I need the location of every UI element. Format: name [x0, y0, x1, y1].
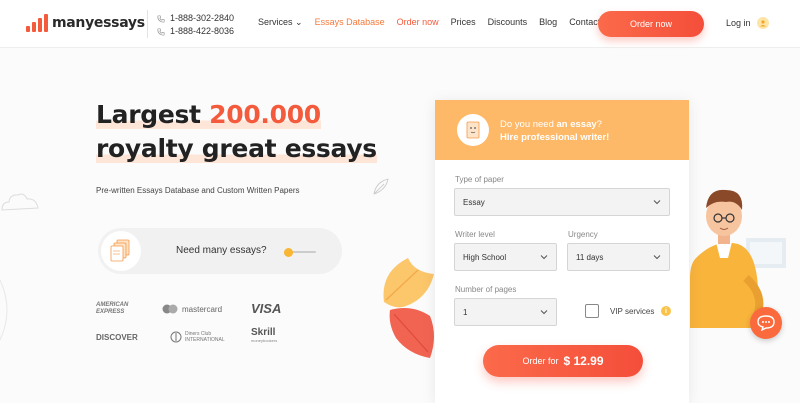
vip-services-label: VIP services: [610, 307, 655, 316]
circle-decoration: [0, 280, 8, 340]
nav-essays-database[interactable]: Essays Database: [315, 17, 385, 28]
order-form-headline: Hire professional writer!: [500, 132, 610, 143]
nav-services[interactable]: Services ⌄: [258, 17, 303, 28]
leaf-outline-decoration: [373, 178, 389, 195]
chevron-down-icon: [540, 255, 548, 260]
phone-item[interactable]: 1-888-302-2840: [157, 12, 234, 25]
logo[interactable]: manyessays: [26, 14, 145, 32]
cloud-decoration: [1, 193, 39, 211]
login-label: Log in: [726, 18, 751, 28]
order-for-button[interactable]: Order for $ 12.99: [483, 345, 643, 377]
order-for-label: Order for: [522, 356, 559, 366]
chat-bubble-icon: [757, 315, 775, 331]
main-nav: Services ⌄ Essays Database Order now Pri…: [258, 17, 614, 28]
order-now-button[interactable]: Order now: [598, 11, 704, 37]
nav-order-now[interactable]: Order now: [397, 17, 439, 28]
phone-number: 1-888-422-8036: [170, 26, 235, 36]
user-icon: [756, 17, 769, 29]
type-of-paper-select[interactable]: Essay: [454, 188, 670, 216]
mastercard-logo: mastercard: [162, 304, 222, 314]
phone-number: 1-888-302-2840: [170, 13, 235, 23]
hero-title-line2: royalty great essays: [96, 134, 377, 163]
urgency-label: Urgency: [568, 230, 598, 239]
urgency-value: 11 days: [576, 252, 604, 262]
toggle-switch[interactable]: [284, 248, 316, 257]
nav-discounts[interactable]: Discounts: [488, 17, 528, 28]
hero-title-number: 200.000: [209, 100, 321, 129]
chevron-down-icon: [540, 310, 548, 315]
phone-list: 1-888-302-2840 1-888-422-8036: [157, 12, 234, 38]
number-of-pages-select[interactable]: 1: [454, 298, 557, 326]
info-icon[interactable]: i: [661, 306, 671, 316]
logo-bars-icon: [26, 14, 48, 32]
chat-button[interactable]: [750, 307, 782, 339]
toggle-track: [290, 251, 316, 253]
hero-title-part1: Largest: [96, 100, 210, 129]
phone-icon: [157, 14, 165, 23]
writer-avatar-icon: [457, 114, 489, 146]
logo-text: manyessays: [52, 15, 145, 31]
visa-logo: VISA: [251, 301, 282, 316]
vip-services-checkbox[interactable]: [585, 304, 599, 318]
header-divider: [147, 10, 148, 38]
chevron-down-icon: [653, 255, 661, 260]
essays-toggle-card[interactable]: Need many essays?: [98, 228, 342, 274]
number-of-pages-label: Number of pages: [455, 285, 517, 294]
site-header: manyessays 1-888-302-2840 1-888-422-8036…: [0, 0, 800, 48]
hero-title: Largest 200.000 royalty great essays: [96, 98, 377, 166]
toggle-knob: [284, 248, 293, 257]
documents-icon: [101, 231, 141, 271]
amex-logo: AMERICAN EXPRESS: [96, 302, 129, 315]
writer-level-select[interactable]: High School: [454, 243, 557, 271]
phone-icon: [157, 27, 165, 36]
skrill-logo: Skrill moneybookers: [251, 327, 278, 344]
number-of-pages-value: 1: [463, 307, 468, 317]
nav-blog[interactable]: Blog: [539, 17, 557, 28]
phone-item[interactable]: 1-888-422-8036: [157, 25, 234, 38]
writer-level-value: High School: [463, 252, 507, 262]
order-form-question: Do you need an essay? Hire professional …: [500, 119, 610, 143]
hero-subtitle: Pre-written Essays Database and Custom W…: [96, 186, 300, 195]
type-of-paper-value: Essay: [463, 197, 485, 207]
discover-logo: DISCOVER: [96, 333, 138, 342]
order-form-header: Do you need an essay? Hire professional …: [435, 100, 689, 160]
order-price: $ 12.99: [563, 354, 604, 368]
writer-level-label: Writer level: [455, 230, 495, 239]
chevron-down-icon: [653, 200, 661, 205]
urgency-select[interactable]: 11 days: [567, 243, 670, 271]
login-link[interactable]: Log in: [726, 17, 769, 29]
writer-illustration: [690, 189, 786, 328]
nav-prices[interactable]: Prices: [451, 17, 476, 28]
leaf-red-decoration: [389, 308, 434, 358]
toggle-label: Need many essays?: [176, 245, 267, 256]
type-of-paper-label: Type of paper: [455, 175, 504, 184]
diners-club-logo: Diners Club INTERNATIONAL: [170, 331, 225, 343]
